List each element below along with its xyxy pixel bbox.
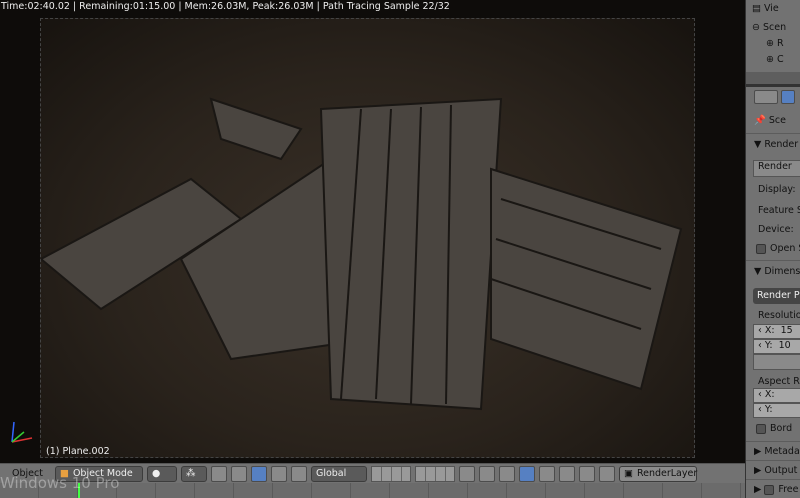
render-layer-icon: ▣ bbox=[623, 468, 633, 479]
divider bbox=[746, 84, 800, 87]
lock-layers-icon[interactable] bbox=[458, 465, 475, 482]
manipulator-toggle[interactable] bbox=[210, 465, 227, 482]
resolution-label: Resolution bbox=[758, 310, 800, 321]
layers-grid-2[interactable] bbox=[414, 465, 455, 482]
right-panels: ▤ Vie ⊖ Scen ⊕ R ⊕ C 📌 Sce ▼ Render Rend… bbox=[745, 0, 800, 498]
crates-render-image bbox=[39, 97, 683, 411]
outliner-item-camera[interactable]: ⊕ C bbox=[766, 54, 800, 65]
render-stats: Time:02:40.02 | Remaining:01:15.00 | Mem… bbox=[1, 1, 450, 12]
render-presets-button[interactable]: Render Pre bbox=[753, 288, 800, 304]
outliner-item-renderlayers[interactable]: ⊕ R bbox=[766, 38, 800, 49]
border-checkbox[interactable]: Bord bbox=[756, 423, 800, 434]
resolution-y-field[interactable]: ‹ Y: 10 bbox=[753, 339, 800, 354]
render-layer-select[interactable]: ▣ RenderLayer bbox=[618, 465, 697, 482]
snap-element-icon[interactable] bbox=[518, 465, 535, 482]
render-button[interactable]: Render bbox=[753, 160, 800, 177]
open-shading-checkbox[interactable]: Open S bbox=[756, 243, 800, 254]
aspect-y-field[interactable]: ‹ Y: bbox=[753, 403, 800, 418]
orientation-select[interactable]: Global bbox=[310, 465, 367, 482]
render-image-icon[interactable] bbox=[558, 465, 575, 482]
pause-icon[interactable] bbox=[598, 465, 615, 482]
resolution-x-field[interactable]: ‹ X: 15 bbox=[753, 324, 800, 339]
feature-set-label: Feature Se bbox=[758, 205, 800, 216]
rotate-icon[interactable] bbox=[270, 465, 287, 482]
snap-target-icon[interactable] bbox=[538, 465, 555, 482]
pivot-icon: ⁂ bbox=[185, 468, 196, 479]
outliner-view-menu[interactable]: ▤ Vie bbox=[752, 3, 800, 14]
scale-icon[interactable] bbox=[290, 465, 307, 482]
render-preview bbox=[39, 18, 695, 458]
render-panel-header[interactable]: ▼ Render bbox=[746, 133, 800, 150]
outliner-scene[interactable]: ⊖ Scen bbox=[752, 22, 800, 33]
translate-icon[interactable] bbox=[250, 465, 267, 482]
aspect-ratio-label: Aspect Rat bbox=[758, 376, 800, 387]
active-object-label: (1) Plane.002 bbox=[46, 446, 110, 457]
axis-transform-icon[interactable] bbox=[230, 465, 247, 482]
device-label: Device: bbox=[758, 224, 794, 235]
sphere-icon: ● bbox=[151, 468, 161, 479]
pivot-select[interactable]: ⁂ bbox=[180, 465, 207, 482]
scene-context: 📌 Sce bbox=[754, 115, 786, 126]
properties-tabs[interactable] bbox=[754, 90, 800, 107]
render-animation-icon[interactable] bbox=[578, 465, 595, 482]
windows-watermark: Windows 10 Pro bbox=[0, 474, 120, 492]
display-label: Display: bbox=[758, 184, 796, 195]
render-tab-icon[interactable] bbox=[781, 90, 796, 104]
dimensions-panel-header[interactable]: ▼ Dimens bbox=[746, 260, 800, 277]
outliner-scrollbar[interactable] bbox=[746, 72, 800, 84]
output-panel-header[interactable]: ▶ Output bbox=[746, 460, 800, 476]
proportional-edit-icon[interactable] bbox=[478, 465, 495, 482]
layers-grid-1[interactable] bbox=[370, 465, 411, 482]
resolution-percentage-slider[interactable] bbox=[753, 354, 800, 370]
shading-select[interactable]: ● bbox=[146, 465, 177, 482]
snap-icon[interactable] bbox=[498, 465, 515, 482]
aspect-x-field[interactable]: ‹ X: bbox=[753, 388, 800, 403]
metadata-panel-header[interactable]: ▶ Metadat bbox=[746, 441, 800, 457]
3d-viewport[interactable]: Time:02:40.02 | Remaining:01:15.00 | Mem… bbox=[0, 0, 745, 463]
axis-gizmo-icon bbox=[11, 421, 33, 443]
freestyle-panel-header[interactable]: ▶ Free bbox=[746, 479, 800, 495]
